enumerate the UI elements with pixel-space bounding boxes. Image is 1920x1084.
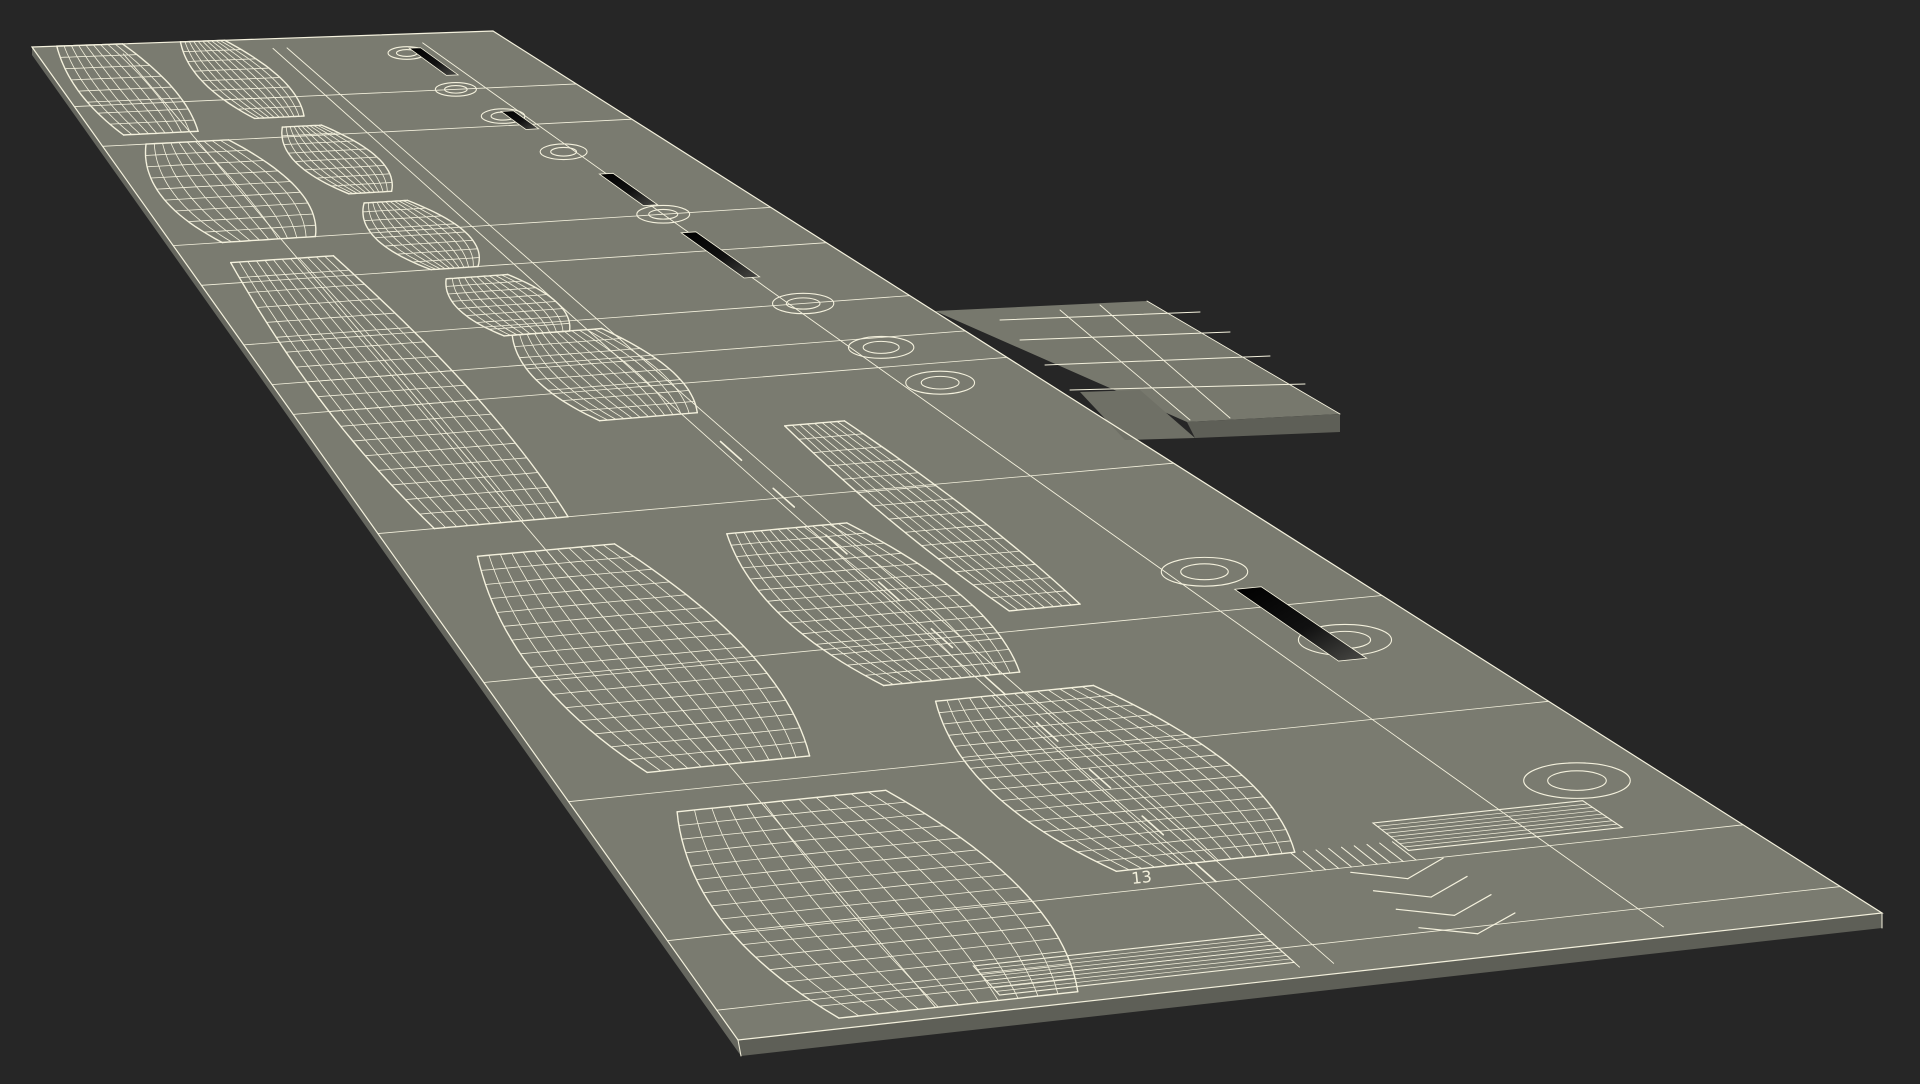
runway-number-label: 13 bbox=[1130, 867, 1152, 888]
runway-slab-top bbox=[32, 31, 1882, 1040]
3d-viewport[interactable]: 13 bbox=[0, 0, 1920, 1080]
runway-wireframe-model: 13 bbox=[30, 30, 1884, 1057]
